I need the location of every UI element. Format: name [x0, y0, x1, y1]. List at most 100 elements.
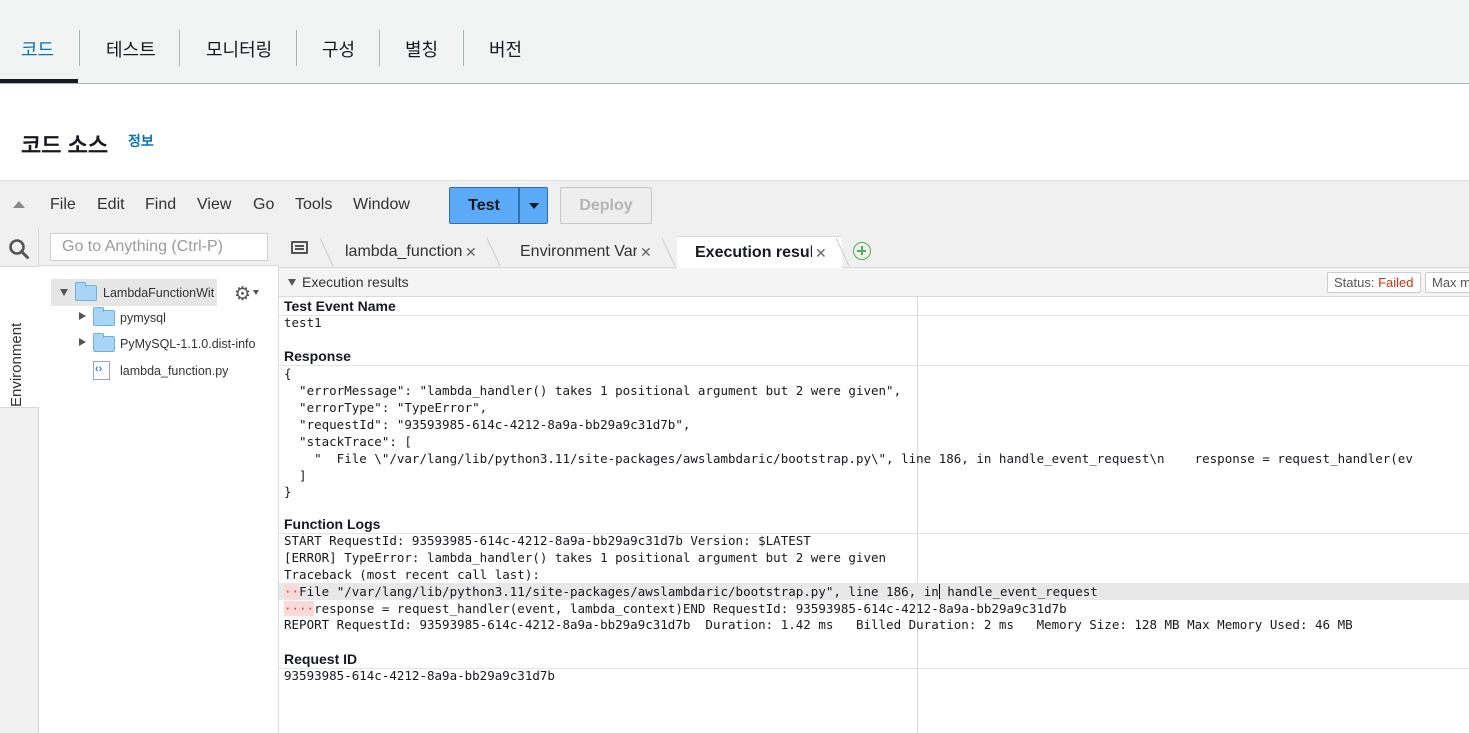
editor-tab-label: Execution results	[695, 244, 812, 261]
response-line: "errorType": "TypeError",	[284, 400, 488, 415]
tab-divider	[319, 238, 334, 266]
response-line: }	[284, 484, 292, 499]
tab-divider	[661, 238, 676, 266]
log-text: handle_event_request	[939, 584, 1098, 599]
tab-versions[interactable]: 버전	[489, 36, 522, 62]
file-tree-panel: LambdaFunctionWit ⚙ pymysql PyMySQL-1.1.…	[39, 228, 279, 733]
response-line: "errorMessage": "lambda_handler() takes …	[284, 383, 902, 398]
info-link[interactable]: 정보	[128, 131, 154, 151]
log-line: Traceback (most recent call last):	[284, 567, 540, 582]
left-side-strip: Environment	[0, 228, 39, 733]
expand-right-icon[interactable]	[79, 338, 86, 346]
test-event-name-value: test1	[284, 315, 322, 330]
log-line-highlighted[interactable]: ··File "/var/lang/lib/python3.11/site-pa…	[279, 583, 1469, 600]
collapse-up-icon[interactable]	[13, 201, 25, 208]
tab-divider	[379, 30, 380, 66]
search-icon[interactable]	[8, 238, 30, 260]
tab-divider	[486, 238, 501, 266]
menu-file[interactable]: File	[50, 196, 76, 214]
tree-item-pymysql[interactable]: pymysql	[79, 307, 269, 330]
response-line: ]	[284, 468, 307, 483]
environment-tab-label: Environment	[8, 322, 25, 407]
folder-icon	[75, 282, 97, 301]
editor-tab-label: Environment Vari	[520, 243, 637, 260]
tab-code[interactable]: 코드	[21, 36, 54, 62]
execution-results-title: Execution results	[302, 274, 409, 290]
menu-window[interactable]: Window	[353, 196, 410, 214]
request-id-label: Request ID	[284, 651, 358, 667]
response-line: "stackTrace": [	[284, 434, 412, 449]
tab-aliases[interactable]: 별칭	[405, 36, 438, 62]
tree-root-label: LambdaFunctionWit	[103, 286, 215, 300]
function-logs-label: Function Logs	[284, 516, 381, 532]
tree-root-folder[interactable]: LambdaFunctionWit	[51, 279, 217, 306]
request-id-value: 93593985-614c-4212-8a9a-bb29a9c31d7b	[284, 668, 555, 683]
collapse-down-icon[interactable]	[288, 279, 296, 286]
top-tab-bar: 코드 테스트 모니터링 구성 별칭 버전	[0, 0, 1469, 84]
execution-results-panel: Execution results Status: Failed Max m T…	[279, 268, 1469, 733]
menu-go[interactable]: Go	[253, 196, 274, 214]
tab-divider	[296, 30, 297, 66]
response-line: "requestId": "93593985-614c-4212-8a9a-bb…	[284, 417, 691, 432]
tab-divider	[463, 30, 464, 66]
whitespace-marker: ··	[284, 584, 300, 599]
menu-view[interactable]: View	[197, 196, 231, 214]
close-icon[interactable]: ✕	[640, 244, 652, 261]
response-label: Response	[284, 348, 351, 364]
page-title: 코드 소스	[21, 133, 109, 158]
editor-tab-environment-variables[interactable]: Environment Vari ✕	[510, 236, 660, 268]
code-source-header: 코드 소스	[0, 104, 1469, 180]
chevron-down-icon[interactable]	[253, 290, 259, 295]
goto-anything-bar	[39, 228, 279, 266]
close-icon[interactable]: ✕	[465, 244, 477, 261]
log-text: response = request_handler(event, lambda…	[314, 601, 1067, 616]
max-memory-badge: Max m	[1425, 272, 1469, 293]
tab-test[interactable]: 테스트	[106, 36, 156, 62]
editor-tab-bar: lambda_function ✕ Environment Vari ✕ Exe…	[279, 228, 1469, 268]
log-text: File "/var/lang/lib/python3.11/site-pack…	[299, 584, 939, 599]
whitespace-marker: ····	[284, 601, 315, 616]
status-badge: Status: Failed	[1327, 272, 1421, 293]
tree-item-pymysql-dist-info[interactable]: PyMySQL-1.1.0.dist-info	[79, 333, 274, 356]
deploy-button[interactable]: Deploy	[560, 187, 652, 224]
environment-tab[interactable]: Environment	[0, 266, 39, 408]
caret-down-icon	[529, 203, 539, 209]
tree-item-label: lambda_function.py	[120, 364, 229, 378]
section-divider	[279, 315, 1469, 316]
menu-edit[interactable]: Edit	[97, 196, 125, 214]
test-button[interactable]: Test	[449, 187, 519, 224]
status-label: Status:	[1334, 275, 1375, 290]
goto-anything-input[interactable]	[50, 233, 268, 261]
execution-results-header[interactable]: Execution results Status: Failed Max m	[279, 268, 1469, 297]
log-line: START RequestId: 93593985-614c-4212-8a9a…	[284, 533, 811, 548]
active-tab-indicator	[0, 79, 78, 83]
tree-item-lambda-function-py[interactable]: lambda_function.py	[79, 361, 269, 383]
expand-right-icon[interactable]	[79, 312, 86, 320]
tree-item-label: PyMySQL-1.1.0.dist-info	[120, 337, 256, 351]
section-divider	[279, 365, 1469, 366]
test-event-name-label: Test Event Name	[284, 298, 396, 314]
tree-item-label: pymysql	[120, 311, 166, 325]
gear-icon[interactable]: ⚙	[234, 283, 251, 306]
menu-tools[interactable]: Tools	[295, 196, 332, 214]
expand-down-icon[interactable]	[60, 289, 68, 296]
log-line: ····response = request_handler(event, la…	[284, 600, 1067, 617]
editor-tab-lambda-function[interactable]: lambda_function ✕	[335, 236, 485, 268]
status-value: Failed	[1378, 275, 1414, 290]
log-line: REPORT RequestId: 93593985-614c-4212-8a9…	[284, 617, 1353, 632]
tab-divider	[79, 30, 80, 66]
editor-tab-execution-results[interactable]: Execution results ✕	[677, 236, 842, 268]
python-file-icon	[93, 361, 110, 380]
tab-divider	[179, 30, 180, 66]
tab-configuration[interactable]: 구성	[322, 36, 355, 62]
close-icon[interactable]: ✕	[815, 245, 827, 262]
folder-icon	[93, 307, 115, 326]
tab-list-icon[interactable]	[291, 241, 308, 254]
tab-monitoring[interactable]: 모니터링	[206, 36, 272, 62]
test-dropdown-button[interactable]	[519, 187, 548, 224]
add-tab-icon[interactable]	[853, 242, 871, 260]
menu-find[interactable]: Find	[145, 196, 176, 214]
response-line: {	[284, 366, 292, 381]
response-line: " File \"/var/lang/lib/python3.11/site-p…	[284, 451, 1413, 466]
ide-menu-bar: File Edit Find View Go Tools Window Test…	[0, 180, 1469, 228]
